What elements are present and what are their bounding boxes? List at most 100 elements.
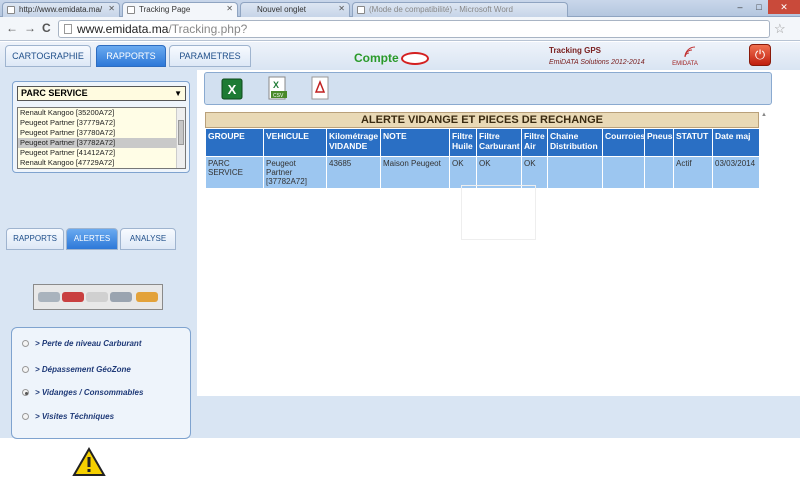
table-cell: OK <box>449 156 477 189</box>
list-item[interactable]: Renault Kangoo [35200A72] <box>18 108 185 118</box>
column-header[interactable]: Chaine Distribution <box>547 128 603 157</box>
brand-subtitle: EmiDATA Solutions 2012-2014 <box>549 59 645 66</box>
table-cell: 43685 <box>326 156 381 189</box>
vehicle-types-image[interactable] <box>33 284 163 310</box>
column-header[interactable]: VEHICULE <box>263 128 327 157</box>
chevron-down-icon: ▼ <box>174 89 182 98</box>
subtab-analyse[interactable]: ANALYSE <box>120 228 176 250</box>
column-header[interactable]: Date maj <box>712 128 760 157</box>
close-tab-icon[interactable]: ✕ <box>108 4 115 13</box>
alert-option-visites[interactable]: > Visites Téchniques <box>22 412 114 421</box>
warning-icon <box>72 447 106 476</box>
radio-icon[interactable] <box>22 413 29 420</box>
table-cell: 03/03/2014 <box>712 156 760 189</box>
van-icon <box>110 292 132 302</box>
resize-handle-icon[interactable]: ▲ <box>761 112 767 118</box>
pdf-icon[interactable] <box>309 76 331 102</box>
minimize-button[interactable]: – <box>730 0 750 14</box>
alert-option-carburant[interactable]: > Perte de niveau Carburant <box>22 339 141 348</box>
svg-text:X: X <box>228 82 237 97</box>
power-icon[interactable]: ⏻ <box>749 44 771 66</box>
table-cell <box>644 156 674 189</box>
alert-grid: ALERTE VIDANGE ET PIECES DE RECHANGE GRO… <box>205 112 760 189</box>
table-row[interactable]: PARC SERVICE Peugeot Partner [37782A72] … <box>205 156 760 189</box>
table-cell <box>602 156 645 189</box>
close-tab-icon[interactable]: ✕ <box>338 4 345 13</box>
list-item[interactable]: Peugeot Partner [41412A72] <box>18 148 185 158</box>
sub-tabs: RAPPORTS ALERTES ANALYSE <box>6 228 190 252</box>
column-header[interactable]: NOTE <box>380 128 450 157</box>
url-input[interactable]: www.emidata.ma/Tracking.php? <box>58 20 770 38</box>
browser-tab-word[interactable]: (Mode de compatibilité) - Microsoft Word <box>352 2 568 17</box>
table-cell: PARC SERVICE <box>205 156 264 189</box>
excavator-icon <box>136 292 158 302</box>
forward-button[interactable]: → <box>24 21 36 35</box>
table-header-row: GROUPE VEHICULE Kilométrage VIDANDE NOTE… <box>205 128 760 157</box>
radio-icon[interactable] <box>22 340 29 347</box>
page-icon <box>7 6 15 14</box>
list-scrollbar[interactable] <box>176 108 185 168</box>
table-cell: Actif <box>673 156 713 189</box>
tab-cartographie[interactable]: CARTOGRAPHIE <box>5 45 91 67</box>
ambulance-icon <box>86 292 108 302</box>
back-button[interactable]: ← <box>6 21 18 35</box>
subtab-alertes[interactable]: ALERTES <box>66 228 118 250</box>
alert-option-vidanges[interactable]: > Vidanges / Consommables <box>22 388 143 397</box>
scrollbar-thumb[interactable] <box>178 120 184 145</box>
radio-selected-icon[interactable] <box>22 389 29 396</box>
car-icon <box>62 292 84 302</box>
table-cell <box>547 156 603 189</box>
alert-option-geozone[interactable]: > Dépassement GéoZone <box>22 365 131 374</box>
reload-button[interactable]: C <box>42 21 51 35</box>
csv-label: CSV <box>273 93 284 99</box>
car-icon <box>38 292 60 302</box>
parc-select[interactable]: PARC SERVICE ▼ <box>17 86 186 101</box>
maximize-button[interactable]: □ <box>750 0 768 14</box>
list-item[interactable]: Peugeot Partner [37780A72] <box>18 128 185 138</box>
list-item-selected[interactable]: Peugeot Partner [37782A72] <box>18 138 185 148</box>
empty-panel <box>461 185 536 240</box>
account-highlight <box>401 52 429 65</box>
compte-label: Compte : <box>354 51 406 65</box>
subtab-rapports[interactable]: RAPPORTS <box>6 228 64 250</box>
table-cell: OK <box>521 156 548 189</box>
page-icon <box>127 6 135 14</box>
app-header: CARTOGRAPHIE RAPPORTS PARAMETRES Compte … <box>0 42 800 69</box>
excel-icon[interactable]: X <box>221 76 243 102</box>
left-panel: PARC SERVICE ▼ Renault Kangoo [35200A72]… <box>0 69 197 476</box>
column-header[interactable]: Kilométrage VIDANDE <box>326 128 381 157</box>
export-toolbar: X X CSV <box>204 72 772 105</box>
table-cell: Peugeot Partner [37782A72] <box>263 156 327 189</box>
close-window-button[interactable]: ✕ <box>768 0 800 14</box>
radio-icon[interactable] <box>22 366 29 373</box>
list-item[interactable]: Peugeot Partner [37779A72] <box>18 118 185 128</box>
word-icon <box>357 6 365 14</box>
grid-title: ALERTE VIDANGE ET PIECES DE RECHANGE <box>205 112 759 128</box>
column-header[interactable]: Pneus <box>644 128 674 157</box>
browser-tab-tracking[interactable]: Tracking Page ✕ <box>122 2 238 18</box>
tab-rapports[interactable]: RAPPORTS <box>96 45 166 67</box>
vehicle-list[interactable]: Renault Kangoo [35200A72] Peugeot Partne… <box>17 107 186 169</box>
tab-parametres[interactable]: PARAMETRES <box>169 45 251 67</box>
column-header[interactable]: Filtre Huile <box>449 128 477 157</box>
bookmark-star-icon[interactable]: ☆ <box>774 21 786 37</box>
alert-table: GROUPE VEHICULE Kilométrage VIDANDE NOTE… <box>205 128 760 189</box>
alerts-radio-group: > Perte de niveau Carburant > Dépassemen… <box>11 327 191 439</box>
column-header[interactable]: GROUPE <box>205 128 264 157</box>
emidata-logo: EMIDATA <box>670 45 700 67</box>
column-header[interactable]: Filtre Carburant <box>476 128 522 157</box>
vehicle-selector: PARC SERVICE ▼ Renault Kangoo [35200A72]… <box>12 81 190 173</box>
list-item[interactable]: Renault Kangoo [47729A72] <box>18 158 185 168</box>
brand-title: Tracking GPS <box>549 46 602 55</box>
signal-icon <box>684 46 696 58</box>
browser-tab-bar: http://www.emidata.ma/ ✕ Tracking Page ✕… <box>0 0 800 18</box>
column-header[interactable]: Filtre Air <box>521 128 548 157</box>
close-tab-icon[interactable]: ✕ <box>226 4 233 13</box>
browser-tab-new[interactable]: Nouvel onglet ✕ <box>240 2 350 17</box>
svg-text:X: X <box>273 80 279 90</box>
column-header[interactable]: Courroies <box>602 128 645 157</box>
page-icon <box>64 24 72 34</box>
browser-tab-emidata[interactable]: http://www.emidata.ma/ ✕ <box>2 2 120 17</box>
column-header[interactable]: STATUT <box>673 128 713 157</box>
address-bar: ← → C www.emidata.ma/Tracking.php? ☆ <box>0 17 800 41</box>
